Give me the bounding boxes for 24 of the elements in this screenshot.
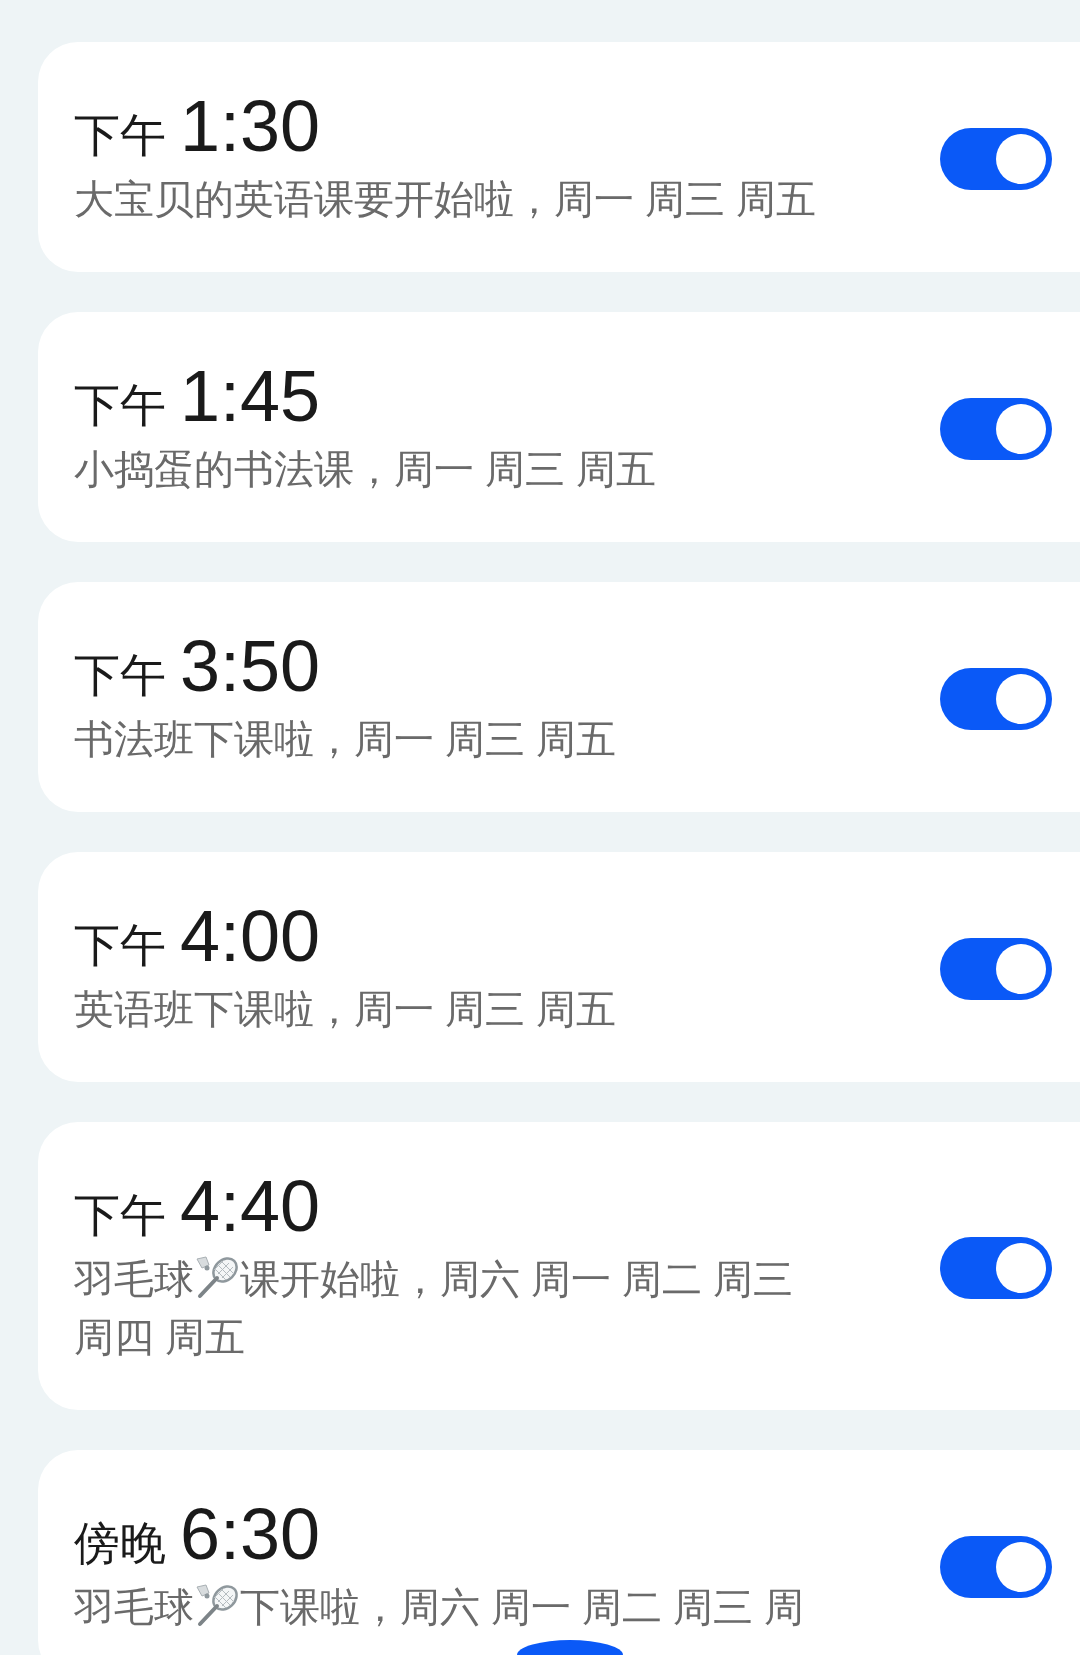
alarm-card[interactable]: 下午 4:00 英语班下课啦，周一 周三 周五 <box>38 852 1080 1082</box>
alarm-card[interactable]: 下午 1:30 大宝贝的英语课要开始啦，周一 周三 周五 <box>38 42 1080 272</box>
alarm-time: 6:30 <box>180 1498 321 1570</box>
alarm-time: 1:45 <box>180 360 321 432</box>
alarm-card[interactable]: 傍晚 6:30 羽毛球 下课啦，周六 周一 周二 周三 周 <box>38 1450 1080 1655</box>
alarm-period: 傍晚 <box>74 1520 166 1566</box>
alarm-description: 书法班下课啦，周一 周三 周五 <box>74 716 617 763</box>
alarm-card[interactable]: 下午 1:45 小捣蛋的书法课，周一 周三 周五 <box>38 312 1080 542</box>
alarm-description: 羽毛球 课开始啦，周六 周一 周二 周三 周四 周五 <box>74 1254 794 1361</box>
alarm-time: 4:00 <box>180 900 321 972</box>
alarm-period: 下午 <box>74 1192 166 1238</box>
alarm-time: 3:50 <box>180 630 321 702</box>
alarm-time: 4:40 <box>180 1170 321 1242</box>
alarm-description: 羽毛球 下课啦，周六 周一 周二 周三 周 <box>74 1582 805 1631</box>
alarm-description: 大宝贝的英语课要开始啦，周一 周三 周五 <box>74 176 817 223</box>
alarm-card[interactable]: 下午 4:40 羽毛球 课开始啦，周六 周一 周二 周三 周四 周五 <box>38 1122 1080 1410</box>
alarm-description: 英语班下课啦，周一 周三 周五 <box>74 986 617 1033</box>
alarm-description: 小捣蛋的书法课，周一 周三 周五 <box>74 446 657 493</box>
alarm-period: 下午 <box>74 652 166 698</box>
alarm-card[interactable]: 下午 3:50 书法班下课啦，周一 周三 周五 <box>38 582 1080 812</box>
alarm-time: 1:30 <box>180 90 321 162</box>
alarm-period: 下午 <box>74 382 166 428</box>
alarm-period: 下午 <box>74 922 166 968</box>
alarm-period: 下午 <box>74 112 166 158</box>
